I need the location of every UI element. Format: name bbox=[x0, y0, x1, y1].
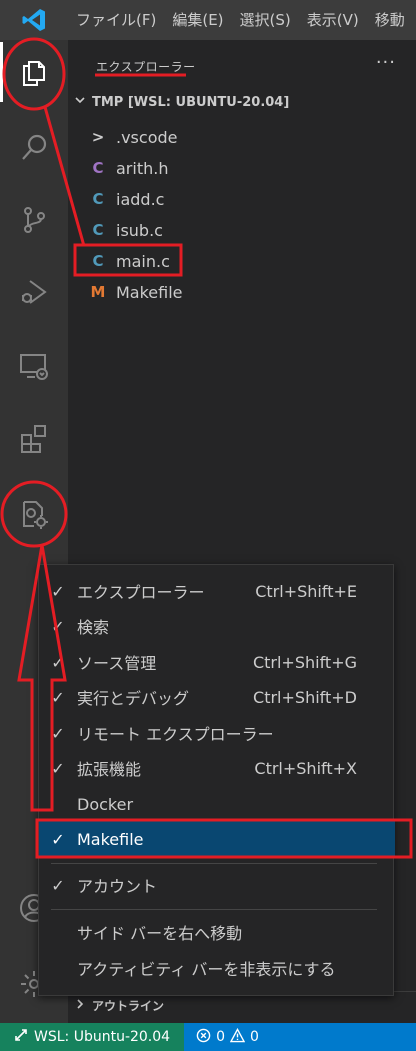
menu-item-shortcut: Ctrl+Shift+G bbox=[252, 652, 357, 672]
menu-item-shortcut: Ctrl+Shift+X bbox=[254, 758, 357, 778]
chevron-right-icon: > bbox=[91, 128, 105, 146]
menu-item-accounts[interactable]: ✓ アカウント bbox=[39, 867, 395, 903]
menu-item-docker[interactable]: Docker bbox=[39, 786, 395, 822]
c-file-icon: C bbox=[92, 252, 104, 270]
c-file-icon: C bbox=[92, 221, 104, 239]
menu-item-label: エクスプローラー bbox=[77, 583, 205, 602]
menu-item-shortcut: Ctrl+Shift+D bbox=[253, 687, 357, 707]
menu-item-label: アカウント bbox=[77, 877, 158, 896]
remote-explorer-icon[interactable] bbox=[0, 336, 68, 396]
remote-status-button[interactable]: WSL: Ubuntu-20.04 bbox=[0, 1023, 185, 1051]
tree-item-label: iadd.c bbox=[116, 189, 165, 209]
makefile-file-icon: M bbox=[90, 283, 106, 301]
tree-item-label: main.c bbox=[116, 251, 170, 271]
source-control-icon[interactable] bbox=[0, 190, 68, 250]
title-bar: ファイル(F) 編集(E) 選択(S) 表示(V) 移動 bbox=[0, 0, 416, 40]
makefile-icon[interactable] bbox=[0, 484, 68, 544]
menu-item-label: リモート エクスプローラー bbox=[77, 725, 274, 744]
error-icon bbox=[196, 1028, 211, 1047]
chevron-down-icon bbox=[74, 94, 86, 110]
menu-item-makefile[interactable]: ✓ Makefile bbox=[39, 821, 395, 857]
check-icon: ✓ bbox=[51, 758, 65, 778]
search-icon[interactable] bbox=[0, 118, 68, 178]
check-icon: ✓ bbox=[51, 652, 65, 672]
check-icon: ✓ bbox=[51, 829, 65, 849]
check-icon: ✓ bbox=[51, 616, 65, 636]
menu-item-label: 検索 bbox=[77, 618, 110, 637]
tree-item-label: isub.c bbox=[116, 220, 163, 240]
c-header-file-icon: C bbox=[92, 159, 104, 177]
status-bar: WSL: Ubuntu-20.04 0 0 bbox=[0, 1023, 416, 1051]
menu-view[interactable]: 表示(V) bbox=[299, 0, 367, 40]
warning-count: 0 bbox=[250, 1029, 259, 1045]
menu-item-move-sidebar-right[interactable]: サイド バーを右へ移動 bbox=[39, 914, 395, 950]
menu-item-explorer[interactable]: ✓ エクスプローラー Ctrl+Shift+E bbox=[39, 573, 395, 609]
sidebar-title: エクスプローラー bbox=[96, 60, 196, 74]
menu-file[interactable]: ファイル(F) bbox=[68, 0, 164, 40]
menu-item-label: 拡張機能 bbox=[77, 760, 142, 779]
menu-item-label: サイド バーを右へ移動 bbox=[77, 924, 243, 943]
vscode-logo-icon bbox=[0, 0, 68, 40]
menu-item-label: Docker bbox=[77, 794, 134, 814]
menu-item-remote-explorer[interactable]: ✓ リモート エクスプローラー bbox=[39, 715, 395, 751]
menu-item-source-control[interactable]: ✓ ソース管理 Ctrl+Shift+G bbox=[39, 644, 395, 680]
menu-item-extensions[interactable]: ✓ 拡張機能 Ctrl+Shift+X bbox=[39, 750, 395, 786]
menu-item-shortcut: Ctrl+Shift+E bbox=[255, 581, 357, 601]
outline-section-header[interactable]: アウトライン bbox=[74, 997, 164, 1014]
menu-item-search[interactable]: ✓ 検索 bbox=[39, 608, 395, 644]
check-icon: ✓ bbox=[51, 875, 65, 895]
error-count: 0 bbox=[216, 1029, 225, 1045]
menu-item-label: ソース管理 bbox=[77, 654, 157, 673]
extensions-icon[interactable] bbox=[0, 408, 68, 468]
menu-item-label: Makefile bbox=[77, 829, 144, 849]
explorer-icon[interactable] bbox=[0, 42, 68, 102]
menu-item-label: アクティビティ バーを非表示にする bbox=[77, 960, 336, 979]
warning-icon bbox=[229, 1027, 246, 1047]
menu-edit[interactable]: 編集(E) bbox=[164, 0, 231, 40]
menu-go[interactable]: 移動 bbox=[367, 0, 413, 40]
c-file-icon: C bbox=[92, 190, 104, 208]
active-indicator bbox=[0, 42, 3, 102]
folder-header[interactable]: TMP [WSL: UBUNTU-20.04] bbox=[74, 94, 289, 110]
tree-item-label: Makefile bbox=[116, 282, 183, 302]
tree-file-arith-h[interactable]: C arith.h bbox=[90, 153, 168, 183]
menu-selection[interactable]: 選択(S) bbox=[232, 0, 299, 40]
activity-bar-context-menu: ✓ エクスプローラー Ctrl+Shift+E ✓ 検索 ✓ ソース管理 Ctr… bbox=[38, 564, 395, 996]
tree-file-iadd-c[interactable]: C iadd.c bbox=[90, 184, 164, 214]
remote-label: WSL: Ubuntu-20.04 bbox=[34, 1029, 171, 1045]
outline-label: アウトライン bbox=[92, 999, 165, 1013]
tree-item-label: .vscode bbox=[116, 127, 178, 147]
chevron-right-icon bbox=[74, 998, 86, 1013]
folder-name: TMP [WSL: UBUNTU-20.04] bbox=[92, 94, 290, 110]
menu-separator bbox=[51, 863, 377, 864]
tree-file-main-c[interactable]: C main.c bbox=[90, 246, 170, 276]
tree-file-isub-c[interactable]: C isub.c bbox=[90, 215, 163, 245]
tree-folder-vscode[interactable]: > .vscode bbox=[90, 122, 178, 152]
tree-file-makefile[interactable]: M Makefile bbox=[90, 277, 183, 307]
problems-status-button[interactable]: 0 0 bbox=[184, 1027, 271, 1047]
more-actions-button[interactable]: ··· bbox=[376, 52, 396, 73]
check-icon: ✓ bbox=[51, 723, 65, 743]
check-icon: ✓ bbox=[51, 687, 65, 707]
menu-item-hide-activity-bar[interactable]: アクティビティ バーを非表示にする bbox=[39, 950, 395, 986]
remote-icon bbox=[14, 1028, 28, 1046]
menu-item-label: 実行とデバッグ bbox=[77, 689, 190, 708]
check-icon: ✓ bbox=[51, 581, 65, 601]
menu-item-run-debug[interactable]: ✓ 実行とデバッグ Ctrl+Shift+D bbox=[39, 679, 395, 715]
tree-item-label: arith.h bbox=[116, 158, 169, 178]
menu-separator bbox=[51, 909, 377, 910]
run-debug-icon[interactable] bbox=[0, 262, 68, 322]
